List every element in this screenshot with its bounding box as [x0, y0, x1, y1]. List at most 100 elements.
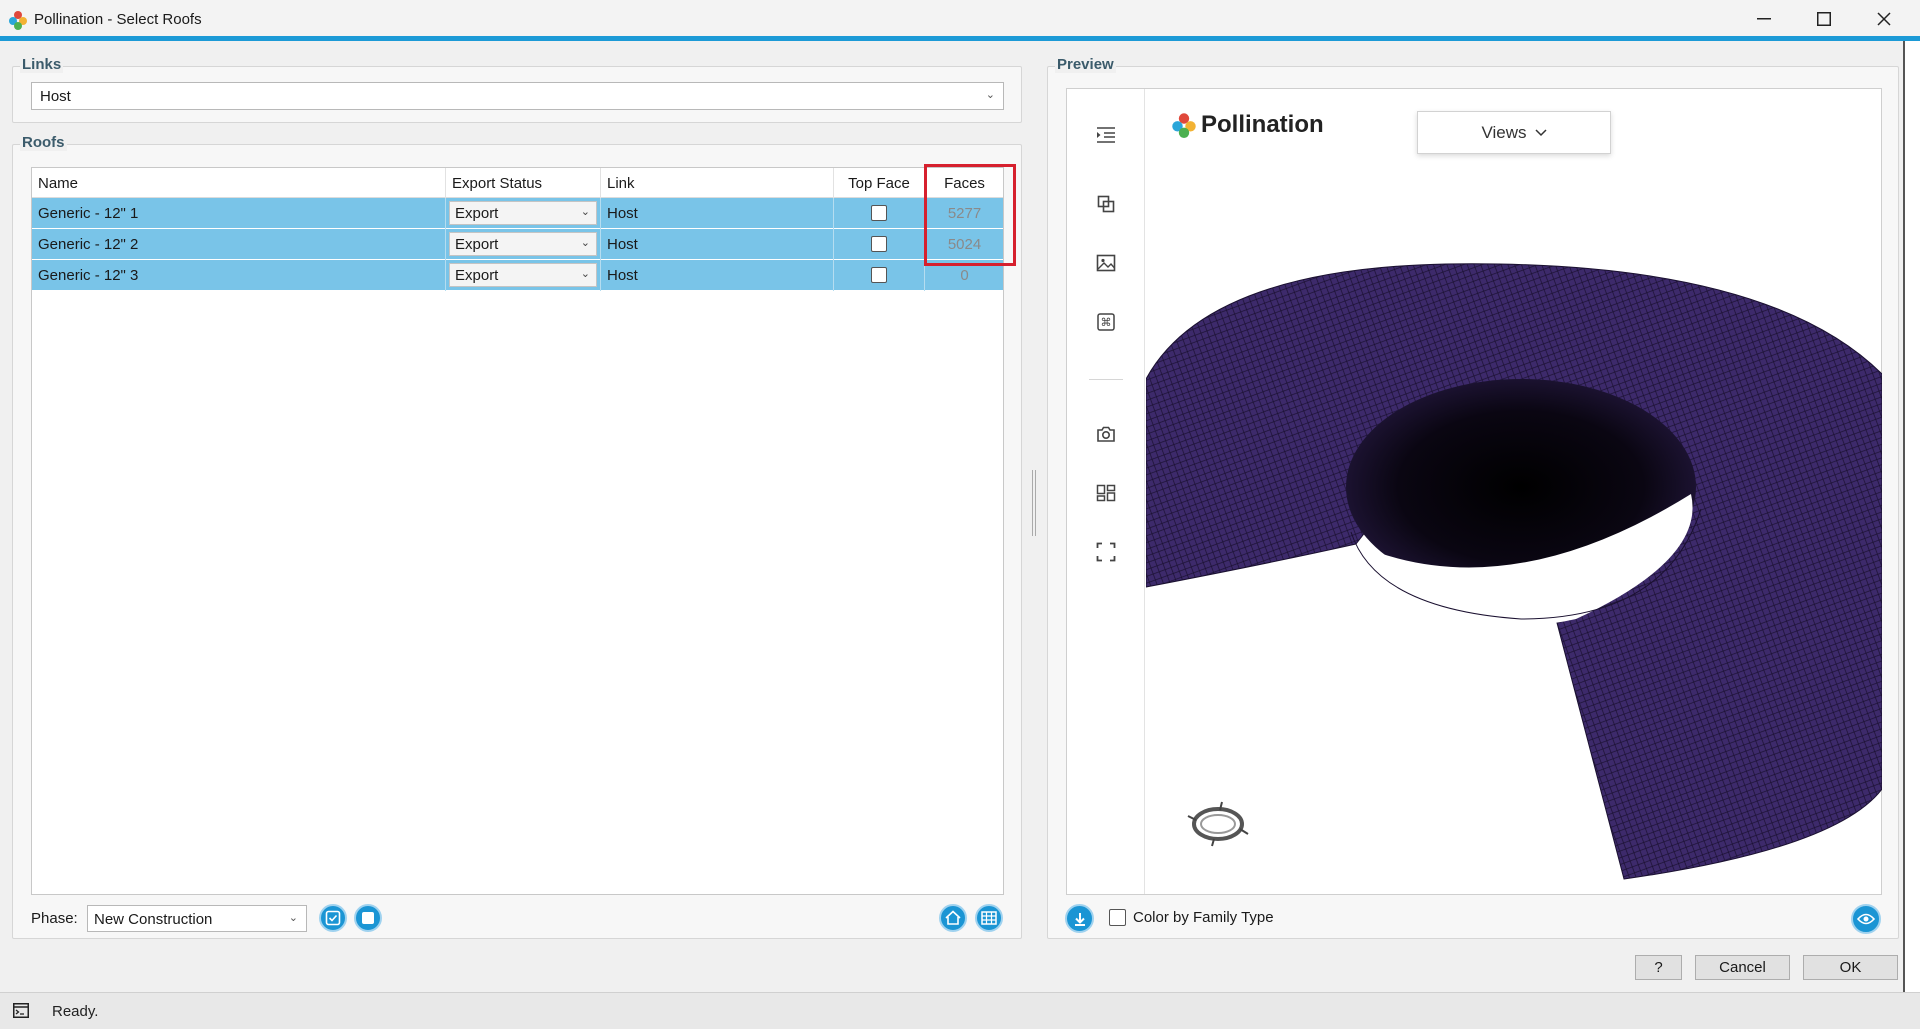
preview-group-label: Preview [1055, 56, 1116, 73]
roofs-group-label: Roofs [20, 134, 67, 151]
minimize-button[interactable] [1734, 0, 1794, 38]
links-group-label: Links [20, 56, 64, 73]
dashboard-icon [1096, 484, 1116, 502]
preview-toolbar: ⌘ [1067, 89, 1145, 894]
top-face-cell [834, 260, 925, 291]
check-square-icon [325, 910, 341, 926]
export-status-cell: Export ⌄ [446, 260, 601, 291]
phase-label: Phase: [31, 910, 78, 927]
chevron-down-icon: ⌄ [580, 237, 590, 249]
column-header-export-status[interactable]: Export Status [446, 168, 601, 198]
export-status-dropdown[interactable]: Export ⌄ [449, 232, 597, 256]
panel-splitter[interactable] [1032, 470, 1036, 536]
color-by-family-checkbox[interactable] [1109, 909, 1126, 926]
minimize-icon [1757, 18, 1771, 20]
pollination-logo-icon [1172, 113, 1196, 138]
export-status-value: Export [455, 205, 499, 222]
roof-name: Generic - 12" 3 [32, 260, 446, 291]
camera-icon [1097, 426, 1115, 442]
roof-link: Host [601, 260, 834, 291]
title-bar: Pollination - Select Roofs [0, 0, 1920, 41]
export-status-cell: Export ⌄ [446, 229, 601, 260]
help-button[interactable]: ? [1635, 955, 1682, 980]
column-header-link[interactable]: Link [601, 168, 834, 198]
image-button[interactable] [1093, 250, 1119, 276]
house-button[interactable] [939, 904, 967, 932]
layers-button[interactable] [1093, 191, 1119, 217]
download-icon [1074, 912, 1085, 926]
fullscreen-button[interactable] [1093, 539, 1119, 565]
top-face-checkbox[interactable] [871, 205, 887, 221]
list-indent-icon [1097, 127, 1115, 143]
views-dropdown-button[interactable]: Views [1417, 111, 1611, 154]
house-icon [945, 910, 961, 925]
status-bar: Ready. [0, 992, 1920, 1029]
chevron-down-icon: ⌄ [580, 206, 590, 218]
eye-icon [1857, 913, 1875, 925]
top-face-cell [834, 198, 925, 229]
layers-icon [1097, 195, 1115, 213]
chevron-down-icon: ⌄ [580, 268, 590, 280]
faces-highlight-box [924, 164, 1016, 266]
chevron-down-icon: ⌄ [288, 912, 298, 924]
phase-dropdown[interactable]: New Construction ⌄ [87, 905, 307, 932]
status-text: Ready. [52, 1003, 99, 1020]
command-button[interactable]: ⌘ [1093, 309, 1119, 335]
uncheck-all-button[interactable] [354, 904, 382, 932]
table-row[interactable]: Generic - 12" 3 Export ⌄ Host 0 [32, 260, 1003, 291]
roof-name: Generic - 12" 2 [32, 229, 446, 260]
close-icon [1877, 12, 1891, 26]
phase-selected-value: New Construction [94, 911, 213, 928]
visibility-button[interactable] [1851, 904, 1881, 934]
export-status-value: Export [455, 236, 499, 253]
links-selected-value: Host [40, 88, 71, 105]
chevron-down-icon: ⌄ [985, 89, 995, 101]
svg-text:⌘: ⌘ [1101, 316, 1112, 329]
roof-link: Host [601, 229, 834, 260]
cancel-button[interactable]: Cancel [1695, 955, 1790, 980]
preview-viewport: ⌘ Pollination Views [1066, 88, 1882, 895]
export-status-dropdown[interactable]: Export ⌄ [449, 201, 597, 225]
close-button[interactable] [1854, 0, 1914, 38]
maximize-icon [1817, 12, 1831, 26]
column-header-top-face[interactable]: Top Face [834, 168, 925, 198]
pollination-logo: Pollination [1171, 111, 1324, 139]
roof-link: Host [601, 198, 834, 229]
table-header: Name Export Status Link Top Face Faces [32, 168, 1003, 198]
links-dropdown[interactable]: Host ⌄ [31, 82, 1004, 110]
camera-button[interactable] [1093, 421, 1119, 447]
table-row[interactable]: Generic - 12" 1 Export ⌄ Host 5277 [32, 198, 1003, 229]
background-window-edge [1905, 41, 1920, 992]
list-indent-button[interactable] [1093, 122, 1119, 148]
dashboard-button[interactable] [1093, 480, 1119, 506]
top-face-checkbox[interactable] [871, 267, 887, 283]
export-status-dropdown[interactable]: Export ⌄ [449, 263, 597, 287]
table-row[interactable]: Generic - 12" 2 Export ⌄ Host 5024 [32, 229, 1003, 260]
views-label: Views [1481, 122, 1527, 142]
top-face-checkbox[interactable] [871, 236, 887, 252]
3d-scene[interactable] [1146, 89, 1882, 894]
command-icon: ⌘ [1097, 313, 1115, 331]
ok-button[interactable]: OK [1803, 955, 1898, 980]
fullscreen-icon [1096, 542, 1116, 562]
navigation-compass [1187, 801, 1249, 847]
grid-table-icon [981, 911, 997, 925]
download-button[interactable] [1065, 904, 1094, 933]
window-title: Pollination - Select Roofs [34, 11, 202, 28]
color-by-family-label: Color by Family Type [1133, 909, 1274, 926]
toolbar-separator [1089, 379, 1123, 380]
pollination-app-icon [9, 11, 27, 30]
image-icon [1096, 254, 1116, 272]
check-all-button[interactable] [319, 904, 347, 932]
top-face-cell [834, 229, 925, 260]
export-status-value: Export [455, 267, 499, 284]
maximize-button[interactable] [1794, 0, 1854, 38]
terminal-icon [13, 1003, 29, 1018]
column-header-name[interactable]: Name [32, 168, 446, 198]
export-status-cell: Export ⌄ [446, 198, 601, 229]
roofs-table: Name Export Status Link Top Face Faces G… [31, 167, 1004, 895]
grid-table-button[interactable] [975, 904, 1003, 932]
roof-mesh-render [1146, 263, 1882, 880]
logo-text: Pollination [1201, 111, 1324, 138]
square-icon [362, 912, 374, 924]
